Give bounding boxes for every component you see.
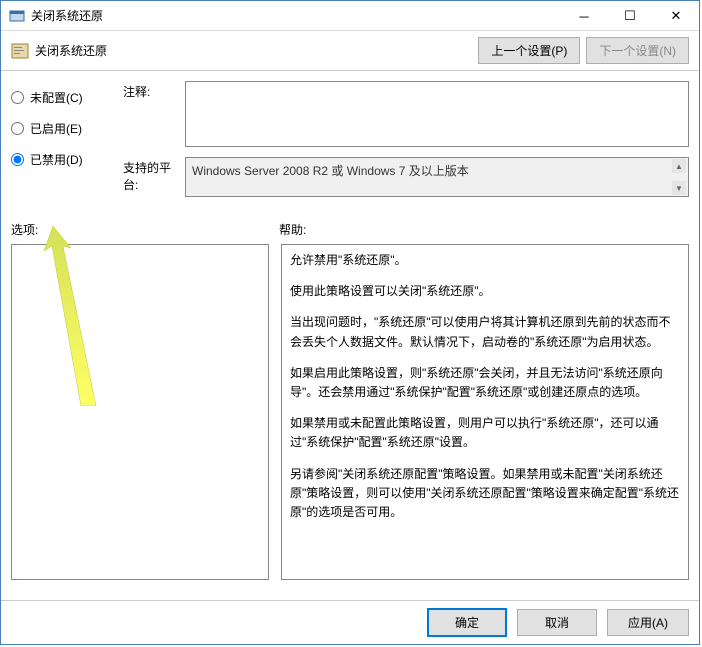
lower-section: 允许禁用"系统还原"。 使用此策略设置可以关闭"系统还原"。 当出现问题时，"系…	[11, 244, 689, 590]
content-area: 未配置(C) 已启用(E) 已禁用(D) 注释: 支持的平台:	[1, 71, 699, 600]
fields-column: 注释: 支持的平台: Windows Server 2008 R2 或 Wind…	[123, 81, 689, 207]
comment-input[interactable]	[185, 81, 689, 147]
options-label: 选项:	[11, 221, 279, 238]
help-panel: 允许禁用"系统还原"。 使用此策略设置可以关闭"系统还原"。 当出现问题时，"系…	[281, 244, 689, 580]
scroll-up-icon[interactable]: ▲	[672, 159, 686, 173]
options-panel	[11, 244, 269, 580]
upper-section: 未配置(C) 已启用(E) 已禁用(D) 注释: 支持的平台:	[11, 81, 689, 207]
radio-not-configured-label: 未配置(C)	[30, 89, 83, 106]
policy-icon	[11, 42, 29, 60]
platform-value: Windows Server 2008 R2 或 Windows 7 及以上版本	[192, 162, 469, 179]
comment-label: 注释:	[123, 81, 185, 147]
radio-disabled-label: 已禁用(D)	[30, 151, 83, 168]
apply-button[interactable]: 应用(A)	[607, 609, 689, 636]
help-paragraph: 当出现问题时，"系统还原"可以使用户将其计算机还原到先前的状态而不会丢失个人数据…	[290, 313, 680, 351]
cancel-button[interactable]: 取消	[517, 609, 597, 636]
platform-label: 支持的平台:	[123, 157, 185, 197]
help-label: 帮助:	[279, 221, 306, 238]
radio-disabled-input[interactable]	[11, 153, 24, 166]
toolbar-title: 关闭系统还原	[35, 42, 478, 59]
radio-enabled-input[interactable]	[11, 122, 24, 135]
radio-enabled[interactable]: 已启用(E)	[11, 120, 111, 137]
platform-row: 支持的平台: Windows Server 2008 R2 或 Windows …	[123, 157, 689, 197]
comment-row: 注释:	[123, 81, 689, 147]
help-paragraph: 另请参阅"关闭系统还原配置"策略设置。如果禁用或未配置"关闭系统还原"策略设置，…	[290, 465, 680, 523]
help-paragraph: 使用此策略设置可以关闭"系统还原"。	[290, 282, 680, 301]
dialog-window: 关闭系统还原 ─ ☐ ✕ 关闭系统还原 上一个设置(P) 下一个设置(N) 未配…	[0, 0, 700, 645]
ok-button[interactable]: 确定	[427, 608, 507, 637]
nav-buttons: 上一个设置(P) 下一个设置(N)	[478, 37, 689, 64]
window-icon	[9, 8, 25, 24]
window-title: 关闭系统还原	[31, 7, 561, 24]
radio-not-configured[interactable]: 未配置(C)	[11, 89, 111, 106]
titlebar: 关闭系统还原 ─ ☐ ✕	[1, 1, 699, 31]
radio-not-configured-input[interactable]	[11, 91, 24, 104]
prev-setting-button[interactable]: 上一个设置(P)	[478, 37, 580, 64]
footer: 确定 取消 应用(A)	[1, 600, 699, 644]
window-controls: ─ ☐ ✕	[561, 1, 699, 30]
next-setting-button: 下一个设置(N)	[586, 37, 689, 64]
maximize-button[interactable]: ☐	[607, 1, 653, 31]
help-paragraph: 如果启用此策略设置，则"系统还原"会关闭，并且无法访问"系统还原向导"。还会禁用…	[290, 364, 680, 402]
radio-enabled-label: 已启用(E)	[30, 120, 82, 137]
help-paragraph: 如果禁用或未配置此策略设置，则用户可以执行"系统还原"，还可以通过"系统保护"配…	[290, 414, 680, 452]
toolbar: 关闭系统还原 上一个设置(P) 下一个设置(N)	[1, 31, 699, 71]
platform-box: Windows Server 2008 R2 或 Windows 7 及以上版本…	[185, 157, 689, 197]
section-labels: 选项: 帮助:	[11, 221, 689, 238]
minimize-button[interactable]: ─	[561, 1, 607, 31]
scroll-down-icon[interactable]: ▼	[672, 181, 686, 195]
radio-column: 未配置(C) 已启用(E) 已禁用(D)	[11, 81, 111, 207]
radio-disabled[interactable]: 已禁用(D)	[11, 151, 111, 168]
close-button[interactable]: ✕	[653, 1, 699, 31]
help-paragraph: 允许禁用"系统还原"。	[290, 251, 680, 270]
